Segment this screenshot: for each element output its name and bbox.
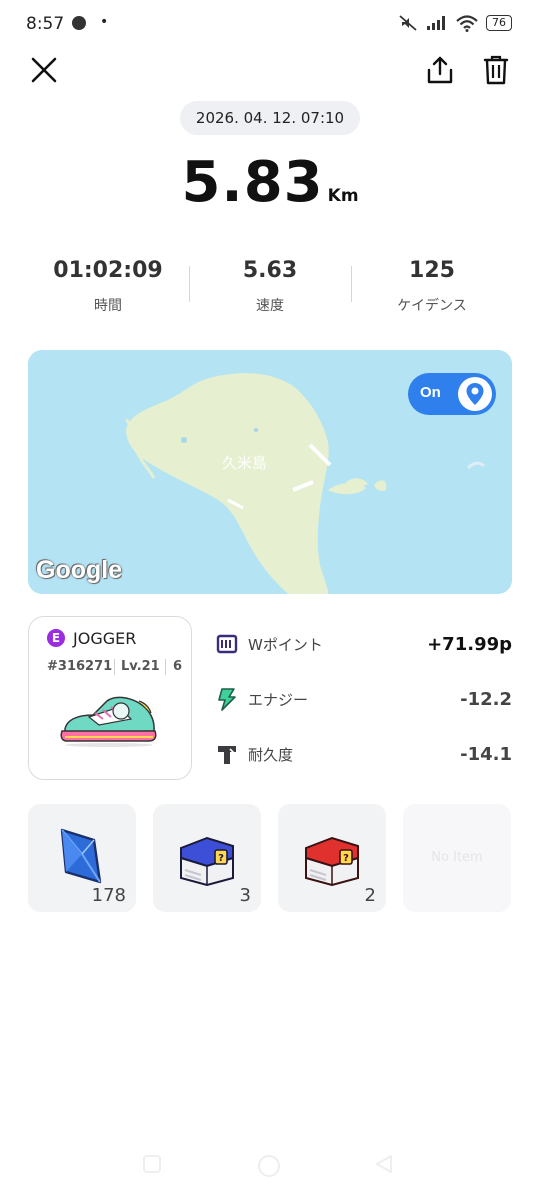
item-tile-empty: No Item bbox=[403, 804, 511, 912]
stat-cadence: 125 ケイデンス bbox=[347, 258, 517, 315]
close-icon bbox=[31, 57, 57, 83]
stat-value: 5.63 bbox=[242, 258, 298, 283]
location-pin-icon bbox=[466, 383, 484, 405]
status-dot: • bbox=[100, 14, 109, 30]
blue-gem-icon bbox=[60, 828, 102, 884]
sneaker-type: JOGGER bbox=[73, 629, 137, 648]
stat-time: 01:02:09 時間 bbox=[23, 258, 193, 315]
sneaker-id: #316271 bbox=[47, 659, 113, 674]
sneaker-card[interactable]: E JOGGER #316271 Lv.21 6 bbox=[28, 616, 192, 780]
reward-label: 耐久度 bbox=[248, 745, 294, 764]
reward-w-point: Wポイント +71.99p bbox=[216, 629, 512, 659]
stat-speed: 5.63 速度 bbox=[185, 258, 355, 315]
back-nav-icon[interactable] bbox=[372, 1152, 396, 1176]
share-icon bbox=[427, 56, 453, 84]
signal-icon bbox=[427, 16, 445, 30]
distance-value: 5.83 bbox=[181, 150, 324, 215]
svg-text:?: ? bbox=[218, 853, 224, 864]
reward-durability: 耐久度 -14.1 bbox=[216, 739, 512, 769]
reward-label: Wポイント bbox=[248, 635, 323, 654]
reward-value: -14.1 bbox=[460, 743, 512, 765]
item-count: 3 bbox=[239, 885, 251, 906]
close-button[interactable] bbox=[24, 50, 64, 90]
stat-value: 125 bbox=[409, 258, 455, 283]
durability-icon bbox=[216, 743, 238, 765]
item-count: 178 bbox=[91, 885, 126, 906]
distance-unit: Km bbox=[327, 186, 359, 206]
reward-value: -12.2 bbox=[460, 688, 512, 710]
map-visibility-toggle[interactable]: On bbox=[408, 373, 496, 415]
map-place-label: 久米島 bbox=[222, 454, 268, 472]
stat-label: 速度 bbox=[256, 298, 284, 314]
reward-value: +71.99p bbox=[427, 633, 512, 655]
reward-energy: エナジー -12.2 bbox=[216, 684, 512, 714]
wifi-icon bbox=[456, 14, 478, 32]
status-app-icon bbox=[72, 16, 86, 30]
sneaker-extra: 6 bbox=[173, 659, 183, 674]
item-tile-red-box[interactable]: ? 2 bbox=[278, 804, 386, 912]
distance-display: 5.83 Km bbox=[0, 150, 540, 215]
home-nav-icon[interactable] bbox=[255, 1152, 283, 1180]
sneaker-info-divider bbox=[114, 659, 115, 675]
item-tile-blue-box[interactable]: ? 3 bbox=[153, 804, 261, 912]
rarity-badge: E bbox=[47, 629, 65, 647]
blue-mystery-box-icon: ? bbox=[180, 836, 234, 886]
status-indicators: 76 bbox=[398, 14, 512, 32]
item-tile-gem[interactable]: 178 bbox=[28, 804, 136, 912]
red-mystery-box-icon: ? bbox=[305, 836, 359, 886]
trash-icon bbox=[483, 55, 509, 85]
status-time: 8:57 bbox=[26, 14, 65, 34]
sneaker-image bbox=[60, 696, 157, 747]
battery-indicator: 76 bbox=[486, 15, 512, 31]
google-logo: Google bbox=[36, 556, 123, 584]
energy-bolt-icon bbox=[216, 688, 238, 711]
sneaker-level: Lv.21 bbox=[121, 659, 160, 674]
mute-icon bbox=[399, 15, 417, 31]
stat-label: ケイデンス bbox=[397, 298, 467, 314]
toggle-label: On bbox=[420, 384, 441, 401]
stat-label: 時間 bbox=[94, 298, 122, 314]
delete-button[interactable] bbox=[476, 50, 516, 90]
reward-label: エナジー bbox=[248, 690, 309, 709]
w-point-icon bbox=[216, 633, 238, 655]
toggle-knob bbox=[458, 377, 492, 411]
no-item-label: No Item bbox=[431, 850, 483, 865]
share-button[interactable] bbox=[420, 50, 460, 90]
svg-text:?: ? bbox=[343, 853, 349, 864]
sneaker-info-divider bbox=[165, 659, 166, 675]
stat-value: 01:02:09 bbox=[53, 258, 163, 283]
run-date: 2026. 04. 12. 07:10 bbox=[180, 101, 360, 135]
recents-nav-icon[interactable] bbox=[140, 1152, 164, 1176]
item-count: 2 bbox=[364, 885, 376, 906]
